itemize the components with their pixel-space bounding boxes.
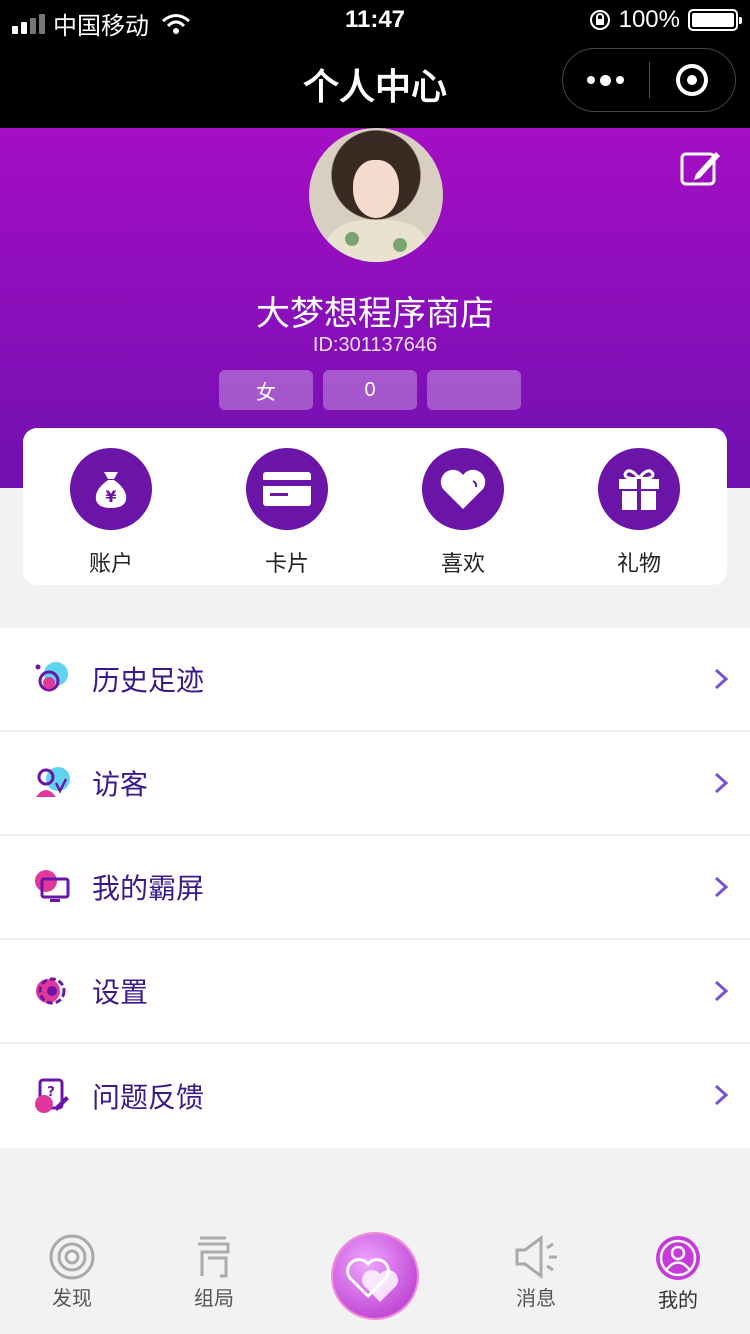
- mini-program-capsule: [562, 48, 736, 112]
- tab-group[interactable]: 组局: [164, 1234, 264, 1311]
- svg-text:¥: ¥: [105, 487, 116, 506]
- status-bar: 中国移动 11:47 100%: [0, 0, 750, 40]
- chevron-right-icon: [714, 876, 728, 898]
- menu-item-history[interactable]: 历史足迹: [0, 628, 750, 732]
- quick-actions-card: ¥ 账户 卡片 喜欢 礼物: [23, 428, 727, 585]
- more-dots-icon[interactable]: [563, 74, 649, 86]
- menu-label: 历史足迹: [92, 665, 205, 696]
- feedback-icon: ?: [35, 1078, 69, 1113]
- avatar-flower: [345, 232, 359, 246]
- tab-label: 消息: [516, 1288, 556, 1310]
- avatar-dress: [327, 220, 427, 262]
- chevron-right-icon: [714, 980, 728, 1002]
- profile-tags: 女 0: [219, 370, 521, 410]
- chevron-right-icon: [714, 668, 728, 690]
- battery-percent: 100%: [618, 6, 680, 33]
- avatar-flower: [393, 238, 407, 252]
- avatar[interactable]: [309, 128, 443, 262]
- nav-bar: 个人中心: [0, 40, 750, 128]
- tab-bar: 发现 组局 消息 我的: [0, 1226, 750, 1334]
- status-right: 100%: [589, 6, 742, 34]
- tab-messages[interactable]: 消息: [486, 1234, 586, 1311]
- tab-label: 我的: [658, 1290, 698, 1312]
- edit-icon[interactable]: [680, 148, 720, 186]
- quick-label: 卡片: [264, 551, 309, 576]
- quick-label: 账户: [88, 551, 133, 576]
- age-tag: 0: [323, 370, 417, 410]
- avatar-face: [353, 160, 399, 218]
- heart-icon: [422, 448, 504, 530]
- screen-icon: [35, 870, 70, 902]
- quick-item-card[interactable]: 卡片: [199, 428, 375, 585]
- card-icon: [246, 448, 328, 530]
- rotation-lock-icon: [589, 10, 610, 30]
- menu-label: 访客: [92, 769, 149, 800]
- hearts-center-icon: [346, 1258, 398, 1302]
- tab-label: 组局: [194, 1288, 234, 1310]
- quick-item-like[interactable]: 喜欢: [375, 428, 551, 585]
- close-target-button[interactable]: [650, 64, 736, 96]
- target-circle-icon: [676, 64, 709, 96]
- money-bag-icon: ¥: [70, 448, 152, 530]
- menu-label: 问题反馈: [92, 1082, 205, 1113]
- menu-list: 历史足迹 访客 我的霸屏 设置 ? 问题反馈: [0, 628, 750, 1148]
- username: 大梦想程序商店: [256, 295, 494, 333]
- battery-icon: [688, 9, 742, 31]
- visitor-icon: [36, 767, 70, 797]
- extra-tag: [427, 370, 521, 410]
- center-action-button[interactable]: [333, 1234, 417, 1318]
- gender-tag: 女: [219, 370, 313, 410]
- tab-profile[interactable]: 我的: [628, 1234, 728, 1313]
- user-id: ID:301137646: [312, 334, 438, 356]
- profile-icon: [656, 1236, 700, 1280]
- chevron-right-icon: [714, 772, 728, 794]
- tab-label: 发现: [52, 1288, 92, 1310]
- discover-icon: [49, 1234, 95, 1280]
- history-icon: [35, 662, 68, 692]
- menu-item-feedback[interactable]: ? 问题反馈: [0, 1044, 750, 1148]
- quick-label: 礼物: [616, 551, 661, 576]
- settings-gear-icon: [36, 977, 66, 1005]
- svg-text:?: ?: [47, 1085, 55, 1100]
- menu-item-screen[interactable]: 我的霸屏: [0, 836, 750, 940]
- gift-icon: [598, 448, 680, 530]
- menu-label: 设置: [92, 977, 149, 1008]
- tab-discover[interactable]: 发现: [22, 1234, 122, 1311]
- menu-item-visitors[interactable]: 访客: [0, 732, 750, 836]
- megaphone-icon: [515, 1235, 557, 1279]
- group-icon: [198, 1236, 230, 1278]
- menu-item-settings[interactable]: 设置: [0, 940, 750, 1044]
- chevron-right-icon: [714, 1084, 728, 1106]
- quick-item-account[interactable]: ¥ 账户: [23, 428, 199, 585]
- menu-label: 我的霸屏: [92, 873, 205, 904]
- quick-label: 喜欢: [440, 551, 485, 576]
- quick-item-gift[interactable]: 礼物: [551, 428, 727, 585]
